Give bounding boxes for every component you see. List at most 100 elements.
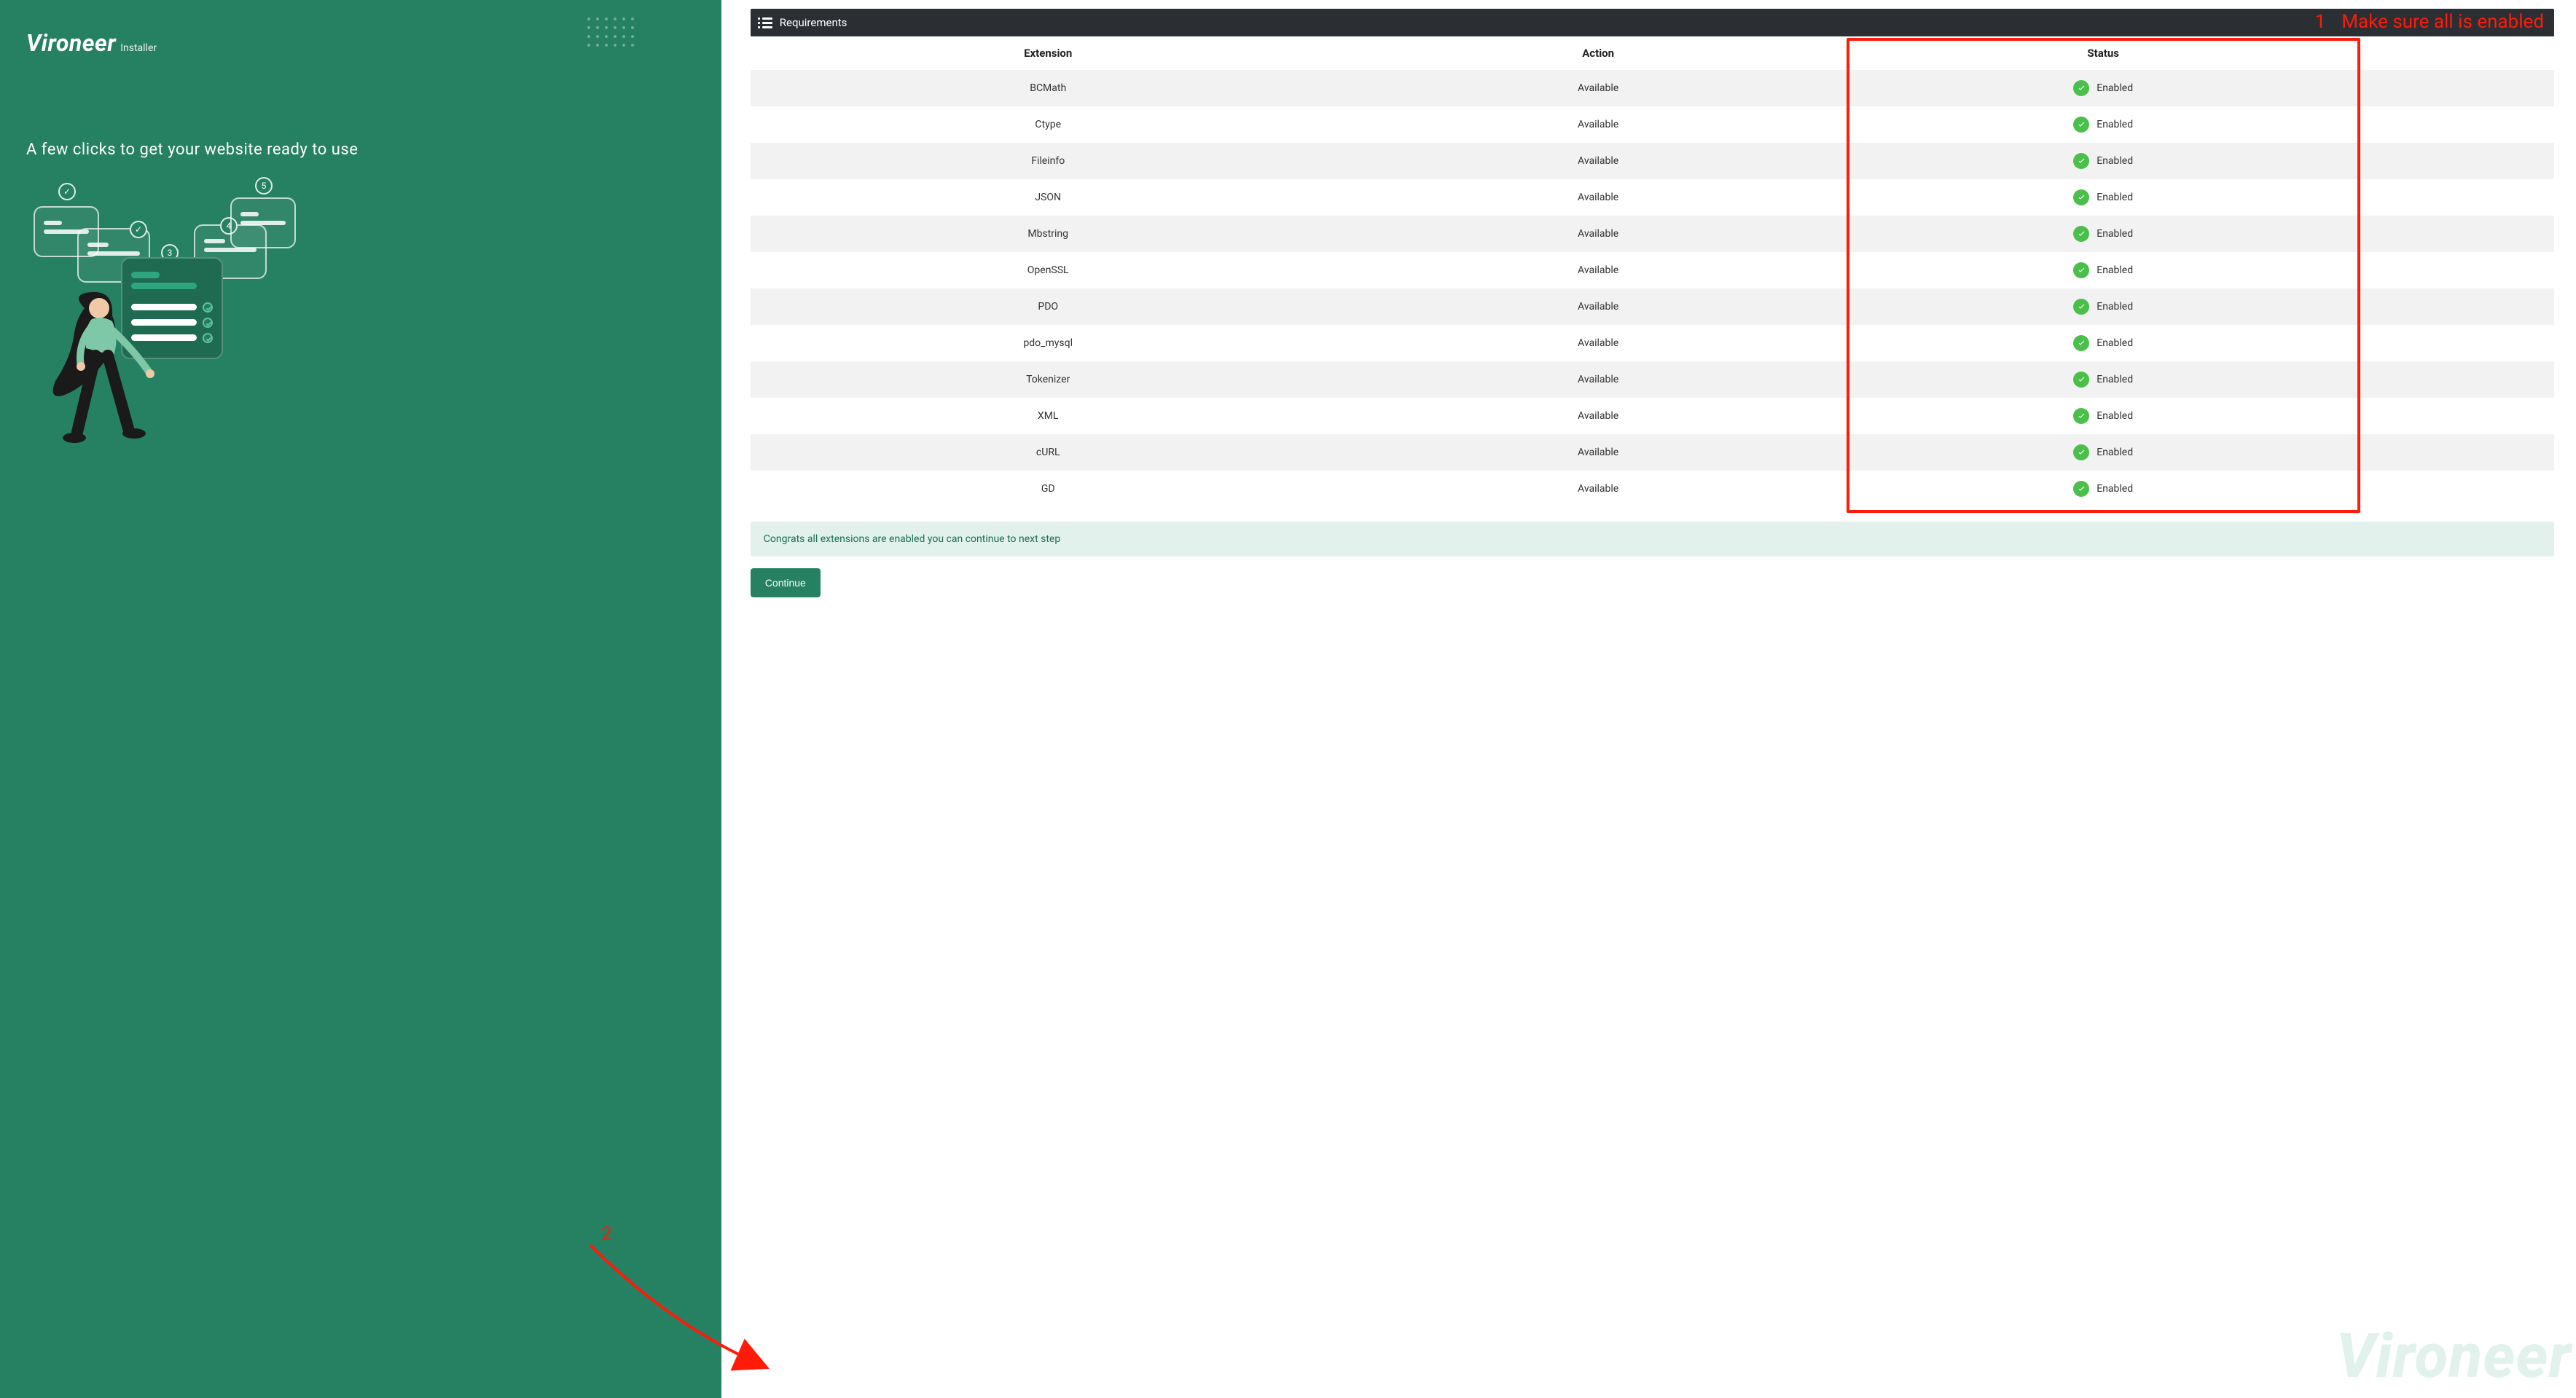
cell-extension: OpenSSL (751, 252, 1346, 288)
check-circle-icon (2073, 80, 2089, 96)
status-label: Enabled (2097, 228, 2133, 240)
step-badge-5: 5 (255, 177, 273, 195)
cell-spacer (2356, 325, 2554, 361)
annotation-one-text: Make sure all is enabled (2341, 11, 2544, 33)
col-header-spacer (2356, 36, 2554, 70)
table-row: GDAvailable Enabled (751, 471, 2554, 507)
cell-spacer (2356, 434, 2554, 471)
step-badge-1: ✓ (58, 183, 76, 200)
status-label: Enabled (2097, 82, 2133, 94)
cell-action: Available (1346, 471, 1851, 507)
sidebar: Vironeer Installer A few clicks to get y… (0, 0, 721, 1398)
cell-spacer (2356, 106, 2554, 143)
cell-status: Enabled (1851, 143, 2356, 179)
sidebar-illustration: ✓ ✓ 4 5 3 (26, 184, 695, 447)
cell-status: Enabled (1851, 106, 2356, 143)
brand-suffix: Installer (120, 42, 157, 54)
status-label: Enabled (2097, 374, 2133, 385)
check-circle-icon (2073, 408, 2089, 424)
cell-status: Enabled (1851, 434, 2356, 471)
person-illustration (41, 286, 172, 454)
panel-header: Requirements 1 Make sure all is enabled (751, 9, 2554, 36)
cell-spacer (2356, 361, 2554, 398)
cell-action: Available (1346, 325, 1851, 361)
status-label: Enabled (2097, 410, 2133, 422)
requirements-table: Extension Action Status BCMathAvailableE… (751, 36, 2554, 507)
main-content: Requirements 1 Make sure all is enabled … (721, 0, 2576, 1398)
col-header-action: Action (1346, 36, 1851, 70)
cell-spacer (2356, 252, 2554, 288)
table-row: pdo_mysqlAvailable Enabled (751, 325, 2554, 361)
logo: Vironeer Installer (26, 29, 695, 57)
decorative-dots-bottom (117, 1340, 181, 1369)
check-circle-icon (2073, 153, 2089, 169)
step-badge-2: ✓ (130, 221, 147, 238)
cell-extension: Tokenizer (751, 361, 1346, 398)
table-row: XMLAvailableEnabled (751, 398, 2554, 434)
alert-message: Congrats all extensions are enabled you … (764, 533, 1060, 545)
table-row: cURLAvailableEnabled (751, 434, 2554, 471)
cell-spacer (2356, 288, 2554, 325)
cell-extension: PDO (751, 288, 1346, 325)
cell-action: Available (1346, 252, 1851, 288)
cell-action: Available (1346, 70, 1851, 106)
brand-name: Vironeer (26, 29, 116, 57)
status-label: Enabled (2097, 155, 2133, 167)
annotation-one-number: 1 (2315, 11, 2326, 33)
cell-extension: XML (751, 398, 1346, 434)
cell-action: Available (1346, 361, 1851, 398)
list-icon (762, 17, 772, 28)
cell-spacer (2356, 216, 2554, 252)
col-header-status: Status (1851, 36, 2356, 70)
annotation-two-number: 2 (601, 1223, 612, 1245)
check-circle-icon (2073, 372, 2089, 388)
cell-status: Enabled (1851, 70, 2356, 106)
status-label: Enabled (2097, 119, 2133, 130)
cell-status: Enabled (1851, 216, 2356, 252)
status-label: Enabled (2097, 337, 2133, 349)
cell-spacer (2356, 143, 2554, 179)
cell-action: Available (1346, 216, 1851, 252)
cell-extension: pdo_mysql (751, 325, 1346, 361)
check-circle-icon (2073, 299, 2089, 315)
cell-extension: GD (751, 471, 1346, 507)
continue-button[interactable]: Continue (751, 568, 821, 597)
status-label: Enabled (2097, 264, 2133, 276)
check-circle-icon (2073, 226, 2089, 242)
table-row: OpenSSLAvailable Enabled (751, 252, 2554, 288)
check-circle-icon (2073, 444, 2089, 460)
check-circle-icon (2073, 262, 2089, 278)
sidebar-tagline: A few clicks to get your website ready t… (26, 137, 695, 162)
cell-extension: Fileinfo (751, 143, 1346, 179)
check-circle-icon (2073, 335, 2089, 351)
watermark: Vironeer (2336, 1320, 2572, 1392)
cell-extension: Mbstring (751, 216, 1346, 252)
table-row: FileinfoAvailableEnabled (751, 143, 2554, 179)
panel-title: Requirements (780, 16, 847, 29)
cell-extension: cURL (751, 434, 1346, 471)
table-row: BCMathAvailable Enabled (751, 70, 2554, 106)
success-alert: Congrats all extensions are enabled you … (751, 522, 2554, 557)
status-label: Enabled (2097, 192, 2133, 203)
cell-spacer (2356, 398, 2554, 434)
table-row: TokenizerAvailable Enabled (751, 361, 2554, 398)
cell-action: Available (1346, 434, 1851, 471)
cell-action: Available (1346, 288, 1851, 325)
cell-status: Enabled (1851, 361, 2356, 398)
col-header-extension: Extension (751, 36, 1346, 70)
cell-status: Enabled (1851, 288, 2356, 325)
cell-status: Enabled (1851, 325, 2356, 361)
table-row: MbstringAvailable Enabled (751, 216, 2554, 252)
cell-action: Available (1346, 106, 1851, 143)
cell-status: Enabled (1851, 252, 2356, 288)
cell-action: Available (1346, 179, 1851, 216)
cell-status: Enabled (1851, 398, 2356, 434)
annotation-one: 1 Make sure all is enabled (2315, 11, 2544, 33)
table-row: JSONAvailableEnabled (751, 179, 2554, 216)
table-row: CtypeAvailableEnabled (751, 106, 2554, 143)
status-label: Enabled (2097, 483, 2133, 495)
cell-status: Enabled (1851, 179, 2356, 216)
cell-extension: BCMath (751, 70, 1346, 106)
cell-spacer (2356, 471, 2554, 507)
cell-spacer (2356, 70, 2554, 106)
